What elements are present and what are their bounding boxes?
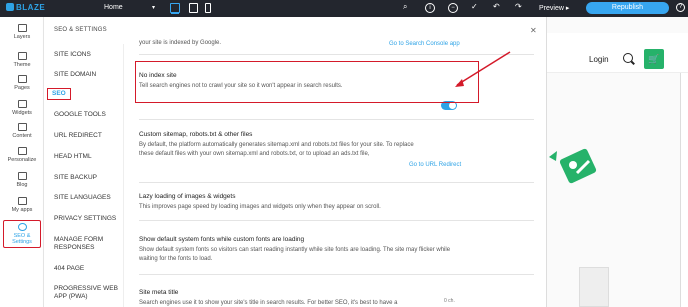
- page-edge: [680, 73, 688, 307]
- product-image: [579, 267, 609, 307]
- cart-icon[interactable]: 🛒: [644, 49, 664, 69]
- site-preview: Login 🛒: [547, 17, 688, 307]
- site-header: Login 🛒: [547, 33, 688, 73]
- login-link[interactable]: Login: [589, 55, 609, 64]
- promo-graphic-icon: [549, 148, 597, 184]
- site-search-icon[interactable]: [623, 53, 633, 63]
